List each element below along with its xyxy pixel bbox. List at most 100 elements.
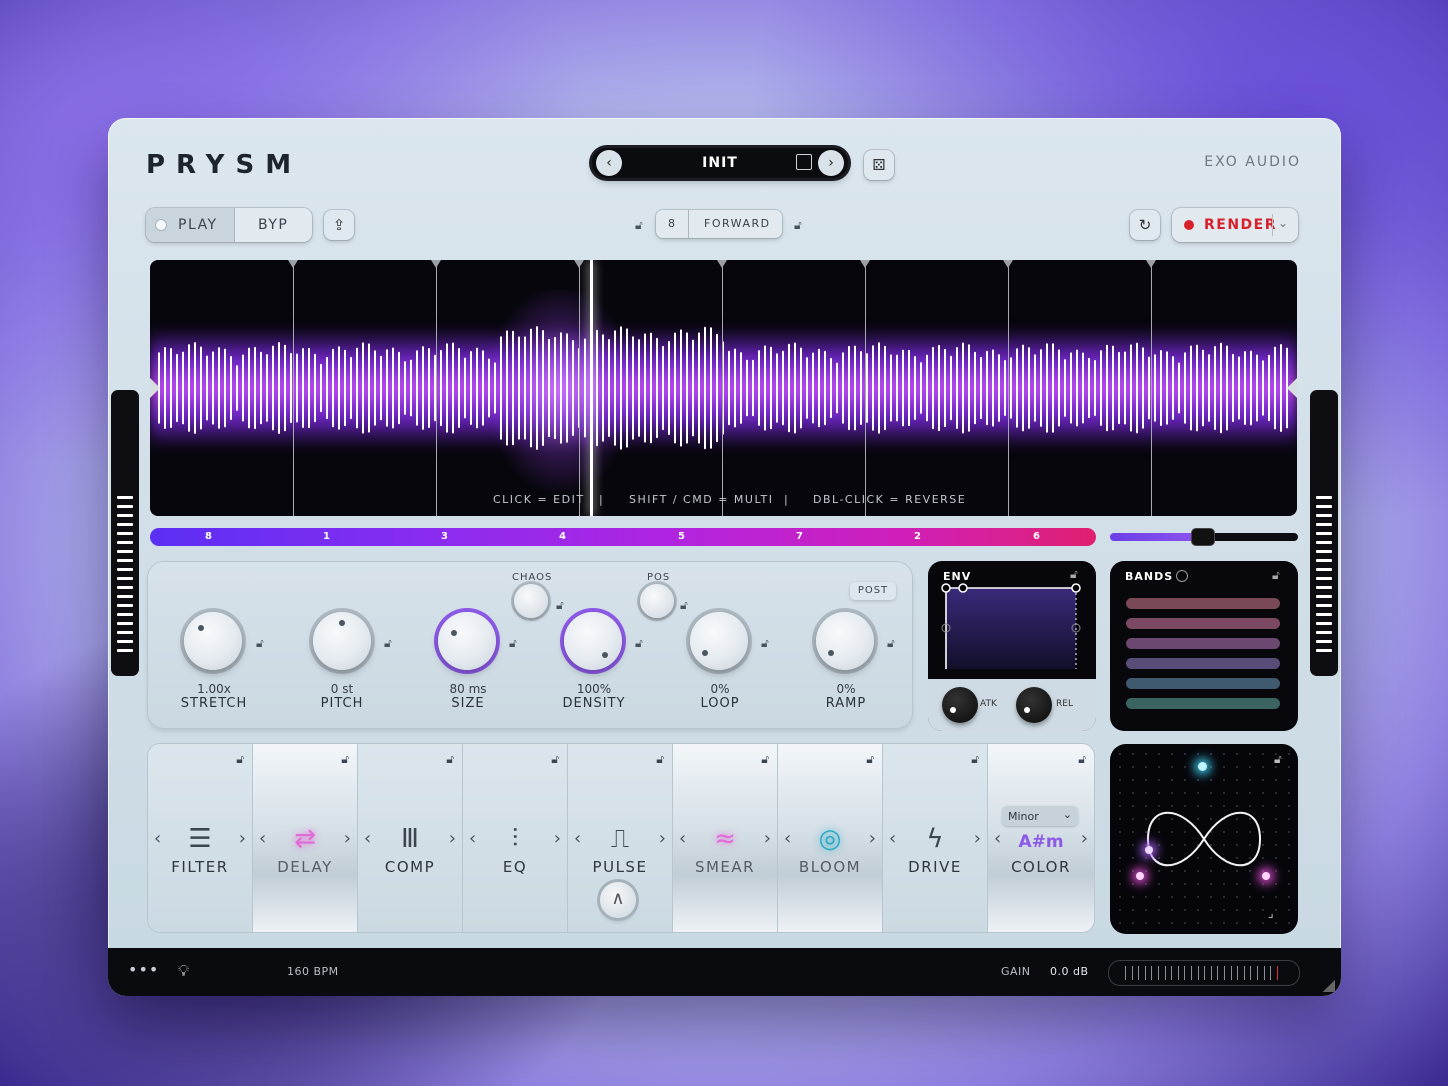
lock-icon[interactable]: 🔓︎: [341, 752, 349, 767]
slice-marker[interactable]: [1003, 260, 1013, 516]
lock-icon[interactable]: 🔓︎: [551, 752, 559, 767]
slice-order-item[interactable]: 3: [441, 531, 448, 542]
fx-slot-smear[interactable]: 🔓︎ ‹ › ≈ SMEAR: [673, 744, 777, 932]
preset-next-button[interactable]: ›: [818, 150, 844, 176]
more-options-icon[interactable]: •••: [128, 960, 159, 979]
slice-order-item[interactable]: 8: [205, 531, 212, 542]
lock-icon[interactable]: 🔓︎: [1272, 568, 1280, 583]
band-bar[interactable]: [1126, 698, 1280, 709]
xy-node[interactable]: [1136, 872, 1144, 880]
slice-marker[interactable]: [717, 260, 727, 516]
xy-pad[interactable]: 🔓︎ ⌟: [1110, 744, 1298, 934]
scale-select[interactable]: Minor ⌄: [1002, 806, 1078, 826]
slice-order-strip[interactable]: 8 1 3 4 5 7 2 6: [150, 528, 1096, 546]
band-bar[interactable]: [1126, 678, 1280, 689]
lock-icon[interactable]: 🔓︎: [509, 636, 517, 651]
export-icon[interactable]: ⇪: [324, 210, 354, 240]
band-bar[interactable]: [1126, 618, 1280, 629]
density-knob[interactable]: [564, 612, 622, 670]
waveform-bar: [1112, 345, 1114, 431]
key-value[interactable]: A#m: [988, 832, 1094, 852]
loop-start-handle[interactable]: [150, 378, 160, 398]
expand-icon[interactable]: ⌟: [1268, 906, 1274, 920]
slice-marker[interactable]: [431, 260, 441, 516]
fx-slot-pulse[interactable]: 🔓︎ ‹ › ⎍ PULSE ∧: [568, 744, 672, 932]
post-toggle[interactable]: POST: [850, 582, 896, 600]
gain-value[interactable]: 0.0 dB: [1050, 965, 1089, 978]
fx-slot-filter[interactable]: 🔓︎ ‹ › ☰ FILTER: [148, 744, 252, 932]
bypass-button[interactable]: BYP: [258, 217, 288, 233]
lock-icon[interactable]: 🔓︎: [680, 598, 688, 613]
xy-node[interactable]: [1262, 872, 1270, 880]
lock-icon[interactable]: 🔓︎: [794, 218, 802, 233]
ramp-knob[interactable]: [816, 612, 874, 670]
fx-slot-comp[interactable]: 🔓︎ ‹ › Ⅲ COMP: [358, 744, 462, 932]
lock-icon[interactable]: 🔓︎: [761, 636, 769, 651]
waveform-bar: [446, 343, 448, 433]
mix-slider[interactable]: [1110, 529, 1298, 545]
slice-order-item[interactable]: 5: [678, 531, 685, 542]
waveform-bar: [734, 348, 736, 428]
slice-order-item[interactable]: 2: [914, 531, 921, 542]
lightbulb-icon[interactable]: 💡︎: [178, 961, 189, 981]
lock-icon[interactable]: 🔓︎: [971, 752, 979, 767]
slice-order-item[interactable]: 4: [559, 531, 566, 542]
reset-icon[interactable]: ↻: [1130, 210, 1160, 240]
slice-order-item[interactable]: 1: [323, 531, 330, 542]
fx-slot-delay[interactable]: 🔓︎ ‹ › ⇄ DELAY: [253, 744, 357, 932]
lock-icon[interactable]: 🔓︎: [1078, 752, 1086, 767]
fx-slot-color[interactable]: 🔓︎ ‹ › Minor ⌄ A#m COLOR: [988, 744, 1094, 932]
fx-slot-bloom[interactable]: 🔓︎ ‹ › ◎ BLOOM: [778, 744, 882, 932]
stretch-knob[interactable]: [184, 612, 242, 670]
pitch-knob[interactable]: [313, 612, 371, 670]
slice-order-item[interactable]: 6: [1033, 531, 1040, 542]
pos-knob[interactable]: [640, 584, 674, 618]
slice-marker[interactable]: [1146, 260, 1156, 516]
band-bar[interactable]: [1126, 658, 1280, 669]
xy-node[interactable]: [1145, 846, 1153, 854]
mix-slider-thumb[interactable]: [1192, 529, 1214, 545]
direction-value[interactable]: FORWARD: [704, 217, 771, 230]
delay-icon: ⇄: [294, 824, 316, 854]
band-bar[interactable]: [1126, 598, 1280, 609]
band-bar[interactable]: [1126, 638, 1280, 649]
playhead[interactable]: [590, 260, 593, 516]
slice-order-item[interactable]: 7: [796, 531, 803, 542]
lock-icon[interactable]: 🔓︎: [866, 752, 874, 767]
fx-slot-eq[interactable]: 🔓︎ ‹ › ⫶ EQ: [463, 744, 567, 932]
slice-marker[interactable]: [860, 260, 870, 516]
lock-icon[interactable]: 🔓︎: [761, 752, 769, 767]
render-dropdown-chevron-down-icon[interactable]: ⌄: [1278, 216, 1290, 230]
randomize-dice-button[interactable]: ⚄: [864, 150, 894, 180]
loop-end-handle[interactable]: [1287, 378, 1297, 398]
gain-meter[interactable]: [1108, 960, 1300, 986]
lock-icon[interactable]: 🔓︎: [556, 598, 564, 613]
play-button[interactable]: PLAY: [146, 208, 234, 242]
slice-marker[interactable]: [574, 260, 584, 516]
lock-icon[interactable]: 🔓︎: [446, 752, 454, 767]
bands-toggle-icon[interactable]: [1176, 570, 1188, 582]
lock-icon[interactable]: 🔓︎: [1070, 567, 1078, 582]
render-button[interactable]: RENDER: [1204, 217, 1277, 233]
release-knob[interactable]: [1016, 687, 1052, 723]
loop-knob[interactable]: [690, 612, 748, 670]
waveform-display[interactable]: CLICK = EDIT | SHIFT / CMD = MULTI | DBL…: [150, 260, 1297, 516]
lock-icon[interactable]: 🔓︎: [887, 636, 895, 651]
attack-knob[interactable]: [942, 687, 978, 723]
lock-icon[interactable]: 🔓︎: [656, 752, 664, 767]
lock-icon[interactable]: 🔓︎: [1274, 752, 1282, 767]
lock-icon[interactable]: 🔓︎: [635, 636, 643, 651]
chaos-knob[interactable]: [514, 584, 548, 618]
lock-icon[interactable]: 🔓︎: [236, 752, 244, 767]
lock-icon[interactable]: 🔓︎: [256, 636, 264, 651]
size-knob[interactable]: [438, 612, 496, 670]
save-icon[interactable]: [796, 154, 812, 170]
steps-value[interactable]: 8: [668, 217, 677, 230]
fx-slot-drive[interactable]: 🔓︎ ‹ › ϟ DRIVE: [883, 744, 987, 932]
lock-icon[interactable]: 🔓︎: [635, 218, 643, 233]
resize-handle-icon[interactable]: ◢: [1323, 975, 1335, 994]
slice-marker[interactable]: [288, 260, 298, 516]
xy-node[interactable]: [1198, 762, 1207, 771]
lock-icon[interactable]: 🔓︎: [384, 636, 392, 651]
pulse-shape-button[interactable]: ∧: [600, 882, 636, 918]
